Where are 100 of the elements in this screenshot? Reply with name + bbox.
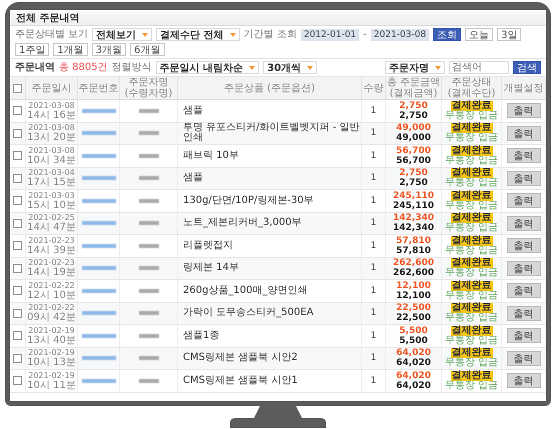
checkbox[interactable]	[13, 308, 22, 318]
blurred-text	[138, 288, 158, 293]
checkbox[interactable]	[13, 376, 22, 386]
period-label: 기간별 조회	[244, 28, 297, 40]
payment-method: 무통장 입금	[444, 336, 498, 346]
payment-method: 무통장 입금	[444, 380, 498, 391]
column-header: 개별설정	[502, 77, 546, 99]
blurred-link[interactable]	[82, 266, 116, 270]
payment-method: 무통장 입금	[444, 290, 498, 301]
total-amount: 57,810	[396, 236, 431, 246]
period-button[interactable]: 6개월	[130, 43, 164, 56]
checkbox[interactable]	[13, 331, 22, 340]
checkbox[interactable]	[13, 128, 22, 138]
print-button[interactable]: 출력	[506, 126, 540, 141]
checkbox[interactable]	[13, 264, 22, 273]
quantity: 1	[370, 263, 376, 274]
checkbox[interactable]	[13, 354, 22, 363]
payment-method: 무통장 입금	[444, 358, 498, 368]
blurred-link[interactable]	[82, 108, 116, 113]
period-button[interactable]: 3일	[497, 28, 522, 41]
blurred-link[interactable]	[82, 131, 116, 136]
search-field-select[interactable]: 주문자명	[385, 61, 445, 74]
total-amount: 142,340	[393, 213, 434, 224]
sort-select[interactable]: 주문일시 내림차순	[156, 61, 260, 74]
blurred-link[interactable]	[82, 356, 116, 360]
checkbox[interactable]	[13, 241, 22, 250]
blurred-text	[138, 221, 158, 226]
print-button[interactable]: 출력	[506, 216, 540, 231]
blurred-text	[138, 378, 158, 383]
quantity: 1	[370, 308, 376, 318]
total-amount: 49,000	[396, 123, 431, 134]
search-field[interactable]: 검색어	[449, 61, 509, 74]
checkbox[interactable]	[13, 106, 22, 116]
total-amount: 2,750	[399, 168, 428, 178]
order-time: 09시 42분	[27, 313, 76, 324]
print-button[interactable]: 출력	[506, 103, 540, 118]
blurred-link[interactable]	[82, 288, 116, 293]
quantity: 1	[370, 173, 376, 184]
print-button[interactable]: 출력	[506, 350, 540, 366]
print-button[interactable]: 출력	[506, 328, 540, 344]
filter-label: 주문상태별 보기	[15, 28, 88, 40]
blurred-link[interactable]	[82, 154, 116, 158]
blurred-link[interactable]	[82, 221, 116, 226]
print-button[interactable]: 출력	[506, 170, 540, 186]
order-time: 13시 40분	[27, 336, 76, 346]
status-badge: 결제완료	[450, 280, 492, 291]
column-header: 주문일시	[26, 77, 78, 99]
print-button[interactable]: 출력	[506, 306, 540, 321]
order-date: 2021-02-23	[28, 258, 75, 268]
order-date: 2021-03-08	[28, 100, 75, 110]
checkbox[interactable]	[13, 174, 22, 183]
payment-select[interactable]: 결제수단 전체	[156, 28, 240, 41]
status-select[interactable]: 전체보기	[92, 28, 152, 41]
per-page-select[interactable]: 30개씩	[263, 61, 318, 74]
total-amount: 262,600	[393, 258, 434, 268]
print-button[interactable]: 출력	[506, 238, 540, 254]
payment-method: 무통장 입금	[444, 246, 498, 256]
blurred-link[interactable]	[82, 334, 116, 338]
total-amount: 64,020	[396, 348, 431, 358]
total-amount: 2,750	[399, 100, 428, 111]
order-time: 14시 16분	[27, 110, 76, 121]
blurred-link[interactable]	[82, 378, 116, 383]
blurred-text	[138, 244, 158, 248]
blurred-text	[138, 311, 158, 316]
checkbox[interactable]	[13, 84, 22, 92]
order-time: 14시 39분	[27, 246, 76, 256]
period-button[interactable]: 1주일	[15, 43, 50, 56]
payment-method: 무통장 입금	[444, 268, 498, 278]
print-button[interactable]: 출력	[506, 373, 540, 388]
period-button[interactable]: 1개월	[53, 43, 88, 56]
date-field[interactable]: 2021-03-08	[370, 28, 430, 40]
print-button[interactable]: 출력	[506, 193, 540, 208]
blurred-text	[138, 108, 158, 113]
product-name: 리플렛접지	[183, 240, 233, 251]
print-button[interactable]: 출력	[506, 148, 540, 164]
print-button[interactable]: 출력	[506, 283, 540, 298]
paid-amount: 2,750	[399, 110, 428, 121]
search-button[interactable]: 조회	[433, 28, 462, 41]
date-field[interactable]: 2012-01-01	[300, 28, 360, 40]
checkbox[interactable]	[13, 218, 22, 228]
quantity: 1	[370, 150, 376, 161]
column-header: 주문자명 (수령자명)	[120, 77, 178, 99]
status-badge: 결제완료	[450, 168, 492, 178]
product-name: 패브릭 10부	[183, 150, 239, 161]
checkbox[interactable]	[13, 286, 22, 296]
period-button[interactable]: 3개월	[92, 43, 126, 56]
period-button[interactable]: 오늘	[465, 28, 494, 41]
print-button[interactable]: 출력	[506, 260, 540, 276]
search-button[interactable]: 검색	[513, 61, 541, 74]
checkbox[interactable]	[13, 151, 22, 160]
blurred-text	[138, 198, 158, 203]
checkbox[interactable]	[13, 196, 22, 206]
quantity: 1	[370, 376, 376, 386]
blurred-link[interactable]	[82, 311, 116, 316]
blurred-link[interactable]	[82, 176, 116, 180]
blurred-link[interactable]	[82, 198, 116, 203]
product-name: 투명 유포스티커/화이트벨벳지퍼 - 일반인쇄	[183, 123, 361, 144]
payment-method: 무통장 입금	[444, 178, 498, 188]
blurred-link[interactable]	[82, 244, 116, 248]
product-name: 노트_제본리커버_3,000부	[183, 218, 302, 228]
